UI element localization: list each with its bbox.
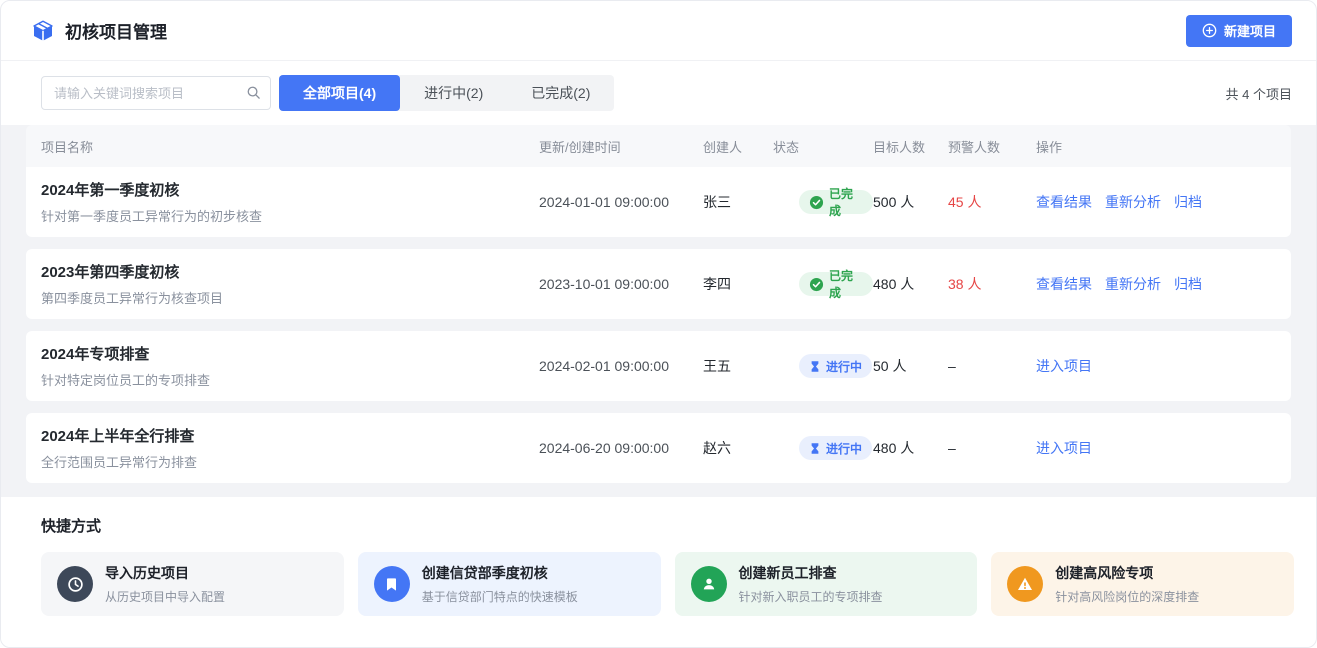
project-row: 2024年上半年全行排查全行范围员工异常行为排查2024-06-20 09:00…: [26, 413, 1291, 483]
warning-triangle-icon: [1007, 566, 1043, 602]
status-badge: 进行中: [799, 354, 872, 378]
row-action-link[interactable]: 归档: [1174, 274, 1202, 294]
project-name: 2024年专项排查: [41, 343, 539, 364]
shortcut-title: 创建信贷部季度初核: [422, 563, 578, 583]
project-row: 2023年第四季度初核第四季度员工异常行为核查项目2023-10-01 09:0…: [26, 249, 1291, 319]
row-action-link[interactable]: 查看结果: [1036, 192, 1092, 212]
status-badge: 进行中: [799, 436, 872, 460]
target-count: 480 人: [873, 438, 948, 458]
shortcut-title: 导入历史项目: [105, 563, 225, 583]
shortcut-title: 创建新员工排查: [739, 563, 883, 583]
search-box: [41, 76, 271, 110]
creator: 王五: [703, 356, 773, 376]
user-icon: [691, 566, 727, 602]
project-name: 2024年第一季度初核: [41, 179, 539, 200]
target-count: 480 人: [873, 274, 948, 294]
project-management-page: 初核项目管理 新建项目 全部项目(4)进行中(2)已完成(2) 共 4 个项目: [0, 0, 1317, 648]
total-count-text: 共 4 个项目: [1226, 84, 1292, 103]
column-header: 创建人: [703, 137, 773, 156]
header-left: 初核项目管理: [31, 18, 167, 43]
project-description: 针对特定岗位员工的专项排查: [41, 370, 539, 389]
row-actions: 查看结果重新分析归档: [1036, 192, 1281, 212]
warning-count: 45 人: [948, 192, 1036, 212]
hourglass-icon: [809, 360, 821, 373]
status-label: 已完成: [829, 267, 863, 301]
new-project-button[interactable]: 新建项目: [1186, 15, 1292, 47]
row-action-link[interactable]: 重新分析: [1105, 192, 1161, 212]
filter-tabs: 全部项目(4)进行中(2)已完成(2): [279, 75, 614, 111]
status-badge: 已完成: [799, 190, 873, 214]
status-badge: 已完成: [799, 272, 873, 296]
row-actions: 进入项目: [1036, 356, 1281, 376]
update-time: 2024-06-20 09:00:00: [539, 440, 703, 456]
row-actions: 查看结果重新分析归档: [1036, 274, 1281, 294]
column-header: 操作: [1036, 137, 1281, 156]
column-header: 目标人数: [873, 137, 948, 156]
clock-icon: [57, 566, 93, 602]
update-time: 2024-02-01 09:00:00: [539, 358, 703, 374]
status-label: 进行中: [826, 358, 862, 375]
shortcut-card[interactable]: 导入历史项目从历史项目中导入配置: [41, 552, 344, 616]
toolbar: 全部项目(4)进行中(2)已完成(2) 共 4 个项目: [1, 61, 1316, 125]
hourglass-icon: [809, 442, 821, 455]
column-header: 更新/创建时间: [539, 137, 703, 156]
shortcut-description: 从历史项目中导入配置: [105, 588, 225, 605]
update-time: 2024-01-01 09:00:00: [539, 194, 703, 210]
row-action-link[interactable]: 进入项目: [1036, 438, 1092, 458]
new-project-button-label: 新建项目: [1224, 21, 1276, 40]
creator: 赵六: [703, 438, 773, 458]
row-action-link[interactable]: 归档: [1174, 192, 1202, 212]
shortcut-description: 针对新入职员工的专项排查: [739, 588, 883, 605]
project-description: 全行范围员工异常行为排查: [41, 452, 539, 471]
filter-tab-2[interactable]: 已完成(2): [507, 75, 614, 111]
creator: 张三: [703, 192, 773, 212]
cube-logo-icon: [31, 19, 55, 43]
project-row: 2024年第一季度初核针对第一季度员工异常行为的初步核查2024-01-01 0…: [26, 167, 1291, 237]
project-name: 2024年上半年全行排查: [41, 425, 539, 446]
row-action-link[interactable]: 查看结果: [1036, 274, 1092, 294]
creator: 李四: [703, 274, 773, 294]
search-icon[interactable]: [246, 85, 261, 100]
shortcut-card[interactable]: 创建信贷部季度初核基于信贷部门特点的快速模板: [358, 552, 661, 616]
project-description: 针对第一季度员工异常行为的初步核查: [41, 206, 539, 225]
shortcuts-grid: 导入历史项目从历史项目中导入配置创建信贷部季度初核基于信贷部门特点的快速模板创建…: [41, 552, 1294, 616]
project-name: 2023年第四季度初核: [41, 261, 539, 282]
check-circle-icon: [809, 277, 824, 292]
shortcut-card[interactable]: 创建高风险专项针对高风险岗位的深度排查: [991, 552, 1294, 616]
project-table: 项目名称更新/创建时间创建人状态目标人数预警人数操作 2024年第一季度初核针对…: [1, 125, 1316, 483]
status-label: 已完成: [829, 185, 863, 219]
column-header: 状态: [773, 137, 873, 156]
status-label: 进行中: [826, 440, 862, 457]
column-header: 预警人数: [948, 137, 1036, 156]
shortcut-card[interactable]: 创建新员工排查针对新入职员工的专项排查: [675, 552, 978, 616]
column-header: 项目名称: [41, 137, 539, 156]
search-input[interactable]: [41, 76, 271, 110]
plus-circle-icon: [1202, 23, 1217, 38]
shortcuts-section: 快捷方式 导入历史项目从历史项目中导入配置创建信贷部季度初核基于信贷部门特点的快…: [1, 497, 1316, 647]
bookmark-icon: [374, 566, 410, 602]
project-row: 2024年专项排查针对特定岗位员工的专项排查2024-02-01 09:00:0…: [26, 331, 1291, 401]
table-header-row: 项目名称更新/创建时间创建人状态目标人数预警人数操作: [26, 125, 1291, 167]
row-action-link[interactable]: 重新分析: [1105, 274, 1161, 294]
shortcut-title: 创建高风险专项: [1055, 563, 1199, 583]
row-actions: 进入项目: [1036, 438, 1281, 458]
warning-count: –: [948, 358, 1036, 374]
shortcut-description: 针对高风险岗位的深度排查: [1055, 588, 1199, 605]
page-title: 初核项目管理: [65, 18, 167, 43]
check-circle-icon: [809, 195, 824, 210]
shortcut-description: 基于信贷部门特点的快速模板: [422, 588, 578, 605]
warning-count: 38 人: [948, 274, 1036, 294]
table-body: 2024年第一季度初核针对第一季度员工异常行为的初步核查2024-01-01 0…: [26, 167, 1291, 483]
target-count: 50 人: [873, 356, 948, 376]
page-header: 初核项目管理 新建项目: [1, 1, 1316, 61]
filter-tab-0[interactable]: 全部项目(4): [279, 75, 400, 111]
row-action-link[interactable]: 进入项目: [1036, 356, 1092, 376]
filter-tab-1[interactable]: 进行中(2): [400, 75, 507, 111]
target-count: 500 人: [873, 192, 948, 212]
warning-count: –: [948, 440, 1036, 456]
project-description: 第四季度员工异常行为核查项目: [41, 288, 539, 307]
shortcuts-title: 快捷方式: [41, 515, 1294, 536]
update-time: 2023-10-01 09:00:00: [539, 276, 703, 292]
